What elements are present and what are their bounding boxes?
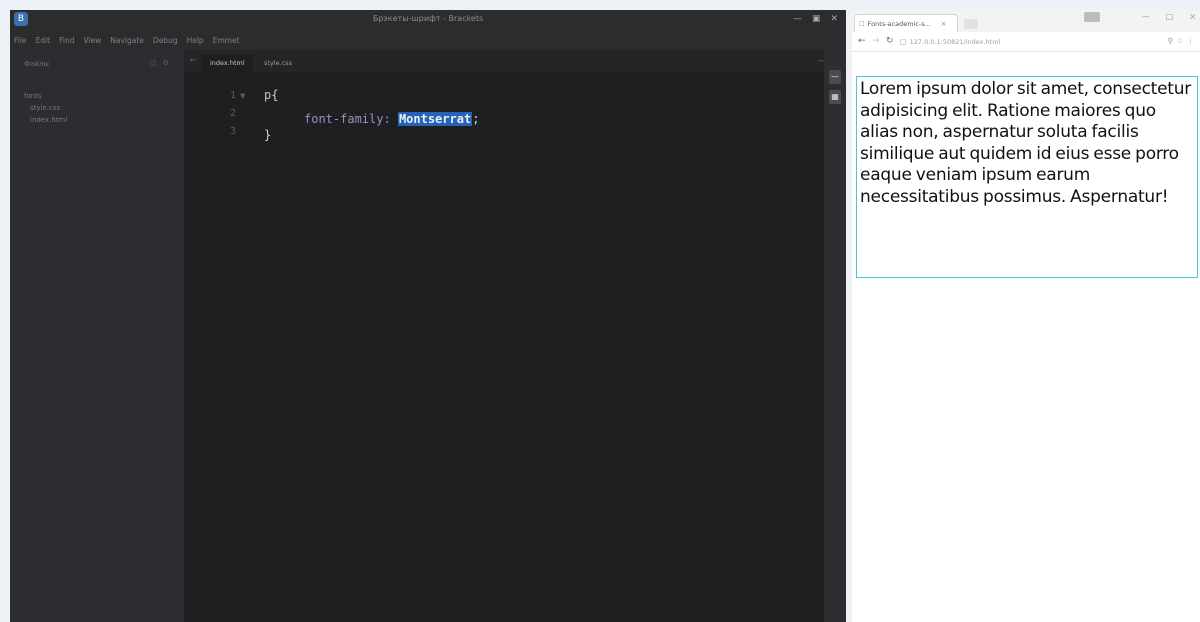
split-icon[interactable]: ◫ [150, 59, 157, 67]
browser-tab-title: Fonts-academic-s... [867, 19, 931, 28]
editor-right-toolbar: — ▦ [824, 50, 846, 622]
address-bar[interactable]: □ 127.0.0.1:50821/index.html [900, 35, 1144, 49]
new-tab-button[interactable] [964, 19, 978, 29]
menu-file[interactable]: File [14, 36, 27, 45]
open-brace: { [271, 88, 279, 102]
browser-toolbar: ← → ↻ □ 127.0.0.1:50821/index.html ⚲ ☆ ⋮ [852, 32, 1200, 52]
sidebar-tools: ◫ ⚙ [150, 59, 169, 67]
page-favicon-icon: □ [859, 20, 865, 27]
tab-style-css[interactable]: style.css [256, 54, 300, 72]
menu-navigate[interactable]: Navigate [110, 36, 144, 45]
code-line-3: } [264, 128, 271, 142]
code-editor-window: B Брэкеты-шрифт - Brackets — ▣ ✕ File Ed… [10, 10, 846, 622]
code-area[interactable]: 1 ▼ 2 3 p{ font-family: Montserrat; } [184, 72, 824, 622]
minimize-icon[interactable]: — [1142, 12, 1150, 21]
back-icon[interactable]: ← [858, 36, 866, 46]
address-url: 127.0.0.1:50821/index.html [909, 38, 1001, 46]
menu-emmet[interactable]: Emmet [213, 36, 240, 45]
maximize-icon[interactable]: ▣ [812, 13, 821, 25]
page-info-icon[interactable]: □ [900, 38, 907, 46]
editor-window-controls: — ▣ ✕ [793, 13, 838, 25]
close-icon[interactable]: ✕ [830, 13, 838, 25]
css-property: font-family: [304, 112, 391, 126]
reload-icon[interactable]: ↻ [886, 36, 894, 46]
profile-icon[interactable] [1084, 12, 1100, 22]
extension-manager-icon[interactable]: ▦ [829, 90, 841, 104]
line-number: 2 [229, 108, 236, 119]
live-preview-icon[interactable]: — [829, 70, 841, 84]
menu-view[interactable]: View [83, 36, 101, 45]
tab-index-html[interactable]: index.html [202, 54, 253, 72]
browser-window-controls: — □ × [1142, 12, 1196, 21]
zoom-icon[interactable]: ⚲ [1168, 37, 1173, 45]
settings-icon[interactable]: ⚙ [163, 59, 169, 67]
sidebar-header[interactable]: Файлы [24, 60, 49, 68]
browser-tab-bar: □ Fonts-academic-s... × — □ × [852, 10, 1200, 32]
menu-help[interactable]: Help [187, 36, 204, 45]
close-icon[interactable]: × [1189, 12, 1196, 21]
editor-menubar: File Edit Find View Navigate Debug Help … [10, 30, 846, 50]
tab-close-icon[interactable]: × [941, 20, 947, 28]
line-number: 3 [229, 126, 236, 137]
editor-tab-bar: ← index.html style.css — [184, 50, 846, 72]
editor-titlebar: B Брэкеты-шрифт - Brackets — ▣ ✕ [10, 10, 846, 30]
semicolon: ; [472, 112, 480, 126]
minimize-icon[interactable]: — [793, 13, 802, 25]
menu-debug[interactable]: Debug [153, 36, 178, 45]
menu-edit[interactable]: Edit [36, 36, 51, 45]
bookmark-star-icon[interactable]: ☆ [1177, 37, 1183, 45]
file-tree-sidebar: Файлы ◫ ⚙ fonts style.css index.html [10, 50, 184, 622]
lorem-paragraph: Lorem ipsum dolor sit amet, consectetur … [856, 76, 1198, 278]
code-line-1: p{ [264, 88, 278, 102]
editor-window-title: Брэкеты-шрифт - Brackets [372, 14, 484, 23]
page-viewport: Lorem ipsum dolor sit amet, consectetur … [852, 52, 1200, 622]
tab-nav-icon[interactable]: ← [190, 56, 196, 64]
browser-extensions: ⚲ ☆ ⋮ [1168, 37, 1194, 45]
sidebar-item-style-css[interactable]: style.css [30, 104, 60, 112]
line-number: 1 [229, 90, 236, 101]
selected-css-value: Montserrat [397, 112, 473, 126]
close-brace: } [264, 128, 272, 142]
menu-icon[interactable]: ⋮ [1187, 37, 1194, 45]
fold-arrow-icon[interactable]: ▼ [240, 92, 245, 100]
code-line-2: font-family: Montserrat; [304, 112, 479, 126]
sidebar-item-index-html[interactable]: index.html [30, 116, 67, 124]
browser-tab[interactable]: □ Fonts-academic-s... × [854, 14, 958, 32]
browser-window: □ Fonts-academic-s... × — □ × ← → ↻ □ 12… [852, 10, 1200, 622]
maximize-icon[interactable]: □ [1166, 12, 1174, 21]
sidebar-item-fonts[interactable]: fonts [24, 92, 42, 100]
menu-find[interactable]: Find [59, 36, 74, 45]
forward-icon[interactable]: → [872, 36, 880, 46]
